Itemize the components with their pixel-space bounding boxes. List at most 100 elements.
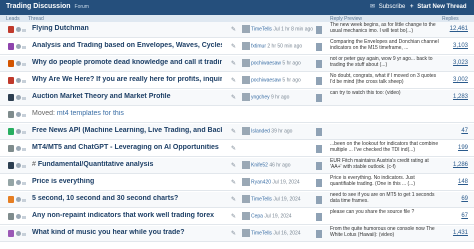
- poster-avatar-icon: [16, 44, 21, 49]
- pencil-icon[interactable]: ✎: [231, 145, 237, 153]
- thread-title-link[interactable]: Analysis and Trading based on Envelopes,…: [32, 42, 222, 49]
- thread-title-link[interactable]: MT4/MT5 and ChatGPT - Leveraging on AI O…: [32, 144, 219, 151]
- thread-title[interactable]: Why do people promote dead knowledge and…: [32, 59, 222, 74]
- go-to-last-post-icon[interactable]: [316, 162, 322, 170]
- thread-title[interactable]: Moved: mt4 templates for this: [32, 110, 222, 125]
- thread-title-link[interactable]: Why do people promote dead knowledge and…: [32, 59, 222, 66]
- thread-title-link[interactable]: 5 second, 10 second and 30 second charts…: [32, 195, 178, 202]
- go-to-last-post-icon[interactable]: [316, 145, 322, 153]
- subscribe-button[interactable]: ✉ Subscribe: [370, 2, 405, 13]
- last-post[interactable]: yngchey 9 hr ago: [242, 93, 316, 108]
- thread-row[interactable]: 5 second, 10 second and 30 second charts…: [0, 192, 474, 208]
- last-post[interactable]: fxtimur 2 hr 50 min ago: [242, 42, 316, 57]
- thread-title-link[interactable]: Flying Dutchman: [32, 25, 89, 32]
- column-headers: Leads Thread Reply Preview Replies: [0, 15, 474, 22]
- thread-flag-icon: [22, 148, 26, 151]
- last-poster-name[interactable]: Ryan420: [251, 179, 271, 185]
- thread-row[interactable]: Why Are We Here? If you are really here …: [0, 73, 474, 89]
- last-post[interactable]: Cepa Jul 19, 2024: [242, 212, 316, 227]
- last-poster-name[interactable]: TimeTells: [251, 230, 272, 236]
- last-post[interactable]: TimeTells Jul 19, 2024: [242, 195, 316, 210]
- last-poster-name[interactable]: pochiwaesaw: [251, 77, 281, 83]
- last-post[interactable]: Knife52 46 hr ago: [242, 161, 316, 176]
- go-to-last-post-icon[interactable]: [316, 230, 322, 238]
- pencil-icon[interactable]: ✎: [231, 60, 237, 68]
- last-poster-name[interactable]: TimeTells: [251, 196, 272, 202]
- go-to-last-post-icon[interactable]: [316, 179, 322, 187]
- thread-title[interactable]: Why Are We Here? If you are really here …: [32, 76, 222, 91]
- thread-row[interactable]: Flying Dutchman ✎ TimeTells Jul 1 hr 8 min…: [0, 22, 474, 38]
- go-to-last-post-icon[interactable]: [316, 213, 322, 221]
- last-post[interactable]: pochiwaesaw 5 hr ago: [242, 59, 316, 74]
- reply-count[interactable]: 1,431: [440, 230, 474, 245]
- go-to-last-post-icon[interactable]: [316, 128, 322, 136]
- go-to-last-post-icon[interactable]: [316, 26, 322, 34]
- last-poster-name[interactable]: Knife52: [251, 162, 268, 168]
- last-post[interactable]: [242, 144, 316, 159]
- reply-preview: please can you share the source file ?: [330, 209, 415, 215]
- thread-title-link[interactable]: Any non-repaint indicators that work wel…: [32, 212, 214, 219]
- pencil-icon[interactable]: ✎: [231, 94, 237, 102]
- last-poster-name[interactable]: Islanded: [251, 128, 270, 134]
- pencil-icon[interactable]: ✎: [231, 162, 237, 170]
- thread-type-icon: [8, 60, 14, 67]
- thread-title[interactable]: Analysis and Trading based on Envelopes,…: [32, 42, 222, 57]
- thread-title[interactable]: Price is everything: [32, 178, 222, 193]
- last-poster-name[interactable]: fxtimur: [251, 43, 266, 49]
- forum-title-text: Trading Discussion: [6, 3, 71, 10]
- thread-title-link[interactable]: Free News API (Machine Learning, Live Tr…: [32, 127, 222, 134]
- thread-title[interactable]: 5 second, 10 second and 30 second charts…: [32, 195, 222, 210]
- thread-row[interactable]: # Fundamental/Quantitative analysis ✎ Knif…: [0, 158, 474, 174]
- go-to-last-post-icon[interactable]: [316, 196, 322, 204]
- last-post[interactable]: TimeTells Jul 16, 2024: [242, 229, 316, 244]
- last-post[interactable]: TimeTells Jul 1 hr 8 min ago: [242, 25, 316, 40]
- thread-row[interactable]: Free News API (Machine Learning, Live Tr…: [0, 124, 474, 140]
- pencil-icon[interactable]: ✎: [231, 196, 237, 204]
- thread-title[interactable]: Flying Dutchman: [32, 25, 222, 40]
- last-poster-name[interactable]: TimeTells: [251, 26, 272, 32]
- pencil-icon[interactable]: ✎: [231, 179, 237, 187]
- go-to-last-post-icon[interactable]: [316, 43, 322, 51]
- start-new-thread-button[interactable]: + Start New Thread: [410, 2, 472, 13]
- moved-thread-link[interactable]: mt4 templates for this: [57, 110, 124, 117]
- thread-row[interactable]: Auction Market Theory and Market Profile…: [0, 90, 474, 106]
- go-to-last-post-icon[interactable]: [316, 60, 322, 68]
- thread-flag-icon: [22, 114, 26, 117]
- poster-avatar-icon: [16, 146, 21, 151]
- last-post[interactable]: Islanded 39 hr ago: [242, 127, 316, 142]
- last-poster-name[interactable]: yngchey: [251, 94, 270, 100]
- thread-title[interactable]: Any non-repaint indicators that work wel…: [32, 212, 222, 227]
- pencil-icon[interactable]: ✎: [231, 230, 237, 238]
- thread-title-link[interactable]: Auction Market Theory and Market Profile: [32, 93, 170, 100]
- thread-title[interactable]: Free News API (Machine Learning, Live Tr…: [32, 127, 222, 142]
- pencil-icon[interactable]: ✎: [231, 128, 237, 136]
- thread-status-icons: [6, 158, 28, 173]
- thread-title[interactable]: # Fundamental/Quantitative analysis: [32, 161, 222, 176]
- go-to-last-post-icon[interactable]: [316, 94, 322, 102]
- last-post[interactable]: Ryan420 Jul 19, 2024: [242, 178, 316, 193]
- thread-flag-icon: [22, 131, 26, 134]
- thread-row[interactable]: What kind of music you hear while you tr…: [0, 226, 474, 242]
- pencil-icon[interactable]: ✎: [231, 26, 237, 34]
- last-poster-name[interactable]: pochiwaesaw: [251, 60, 281, 66]
- thread-title-link[interactable]: Price is everything: [32, 178, 94, 185]
- thread-row[interactable]: Why do people promote dead knowledge and…: [0, 56, 474, 72]
- go-to-last-post-icon[interactable]: [316, 77, 322, 85]
- last-post[interactable]: pochiwaesaw 5 hr ago: [242, 76, 316, 91]
- thread-title[interactable]: What kind of music you hear while you tr…: [32, 229, 222, 244]
- pencil-icon[interactable]: ✎: [231, 77, 237, 85]
- thread-title-link[interactable]: What kind of music you hear while you tr…: [32, 229, 184, 236]
- pencil-icon[interactable]: ✎: [231, 43, 237, 51]
- pencil-icon[interactable]: ✎: [231, 213, 237, 221]
- thread-title[interactable]: Auction Market Theory and Market Profile: [32, 93, 222, 108]
- thread-row[interactable]: Price is everything ✎ Ryan420 Jul 19, 2024…: [0, 175, 474, 191]
- thread-type-icon: [8, 196, 14, 203]
- thread-title-link[interactable]: Why Are We Here? If you are really here …: [32, 76, 222, 83]
- thread-row[interactable]: Moved: mt4 templates for this: [0, 107, 474, 123]
- thread-title[interactable]: MT4/MT5 and ChatGPT - Leveraging on AI O…: [32, 144, 222, 159]
- thread-row[interactable]: MT4/MT5 and ChatGPT - Leveraging on AI O…: [0, 141, 474, 157]
- thread-title-link[interactable]: Fundamental/Quantitative analysis: [38, 161, 154, 168]
- thread-row[interactable]: Any non-repaint indicators that work wel…: [0, 209, 474, 225]
- last-poster-name[interactable]: Cepa: [251, 213, 263, 219]
- thread-row[interactable]: Analysis and Trading based on Envelopes,…: [0, 39, 474, 55]
